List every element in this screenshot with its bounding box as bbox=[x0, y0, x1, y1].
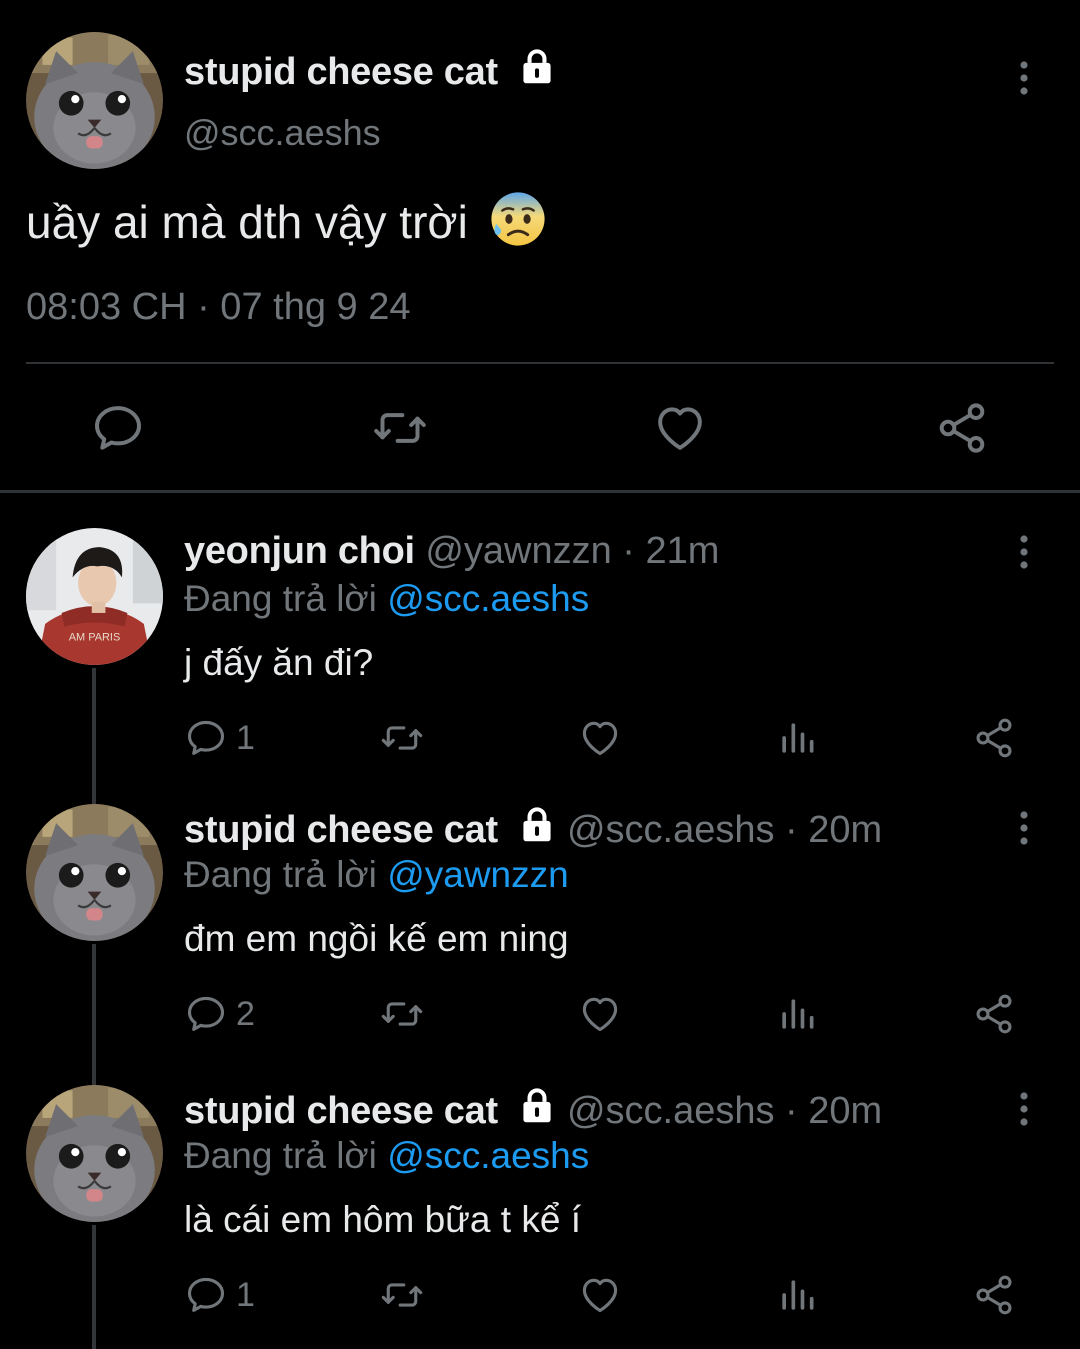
anxious-face-emoji-icon bbox=[489, 190, 547, 248]
share-icon bbox=[972, 992, 1016, 1036]
reply-text: đm em ngồi kế em ning bbox=[184, 918, 569, 959]
author-handle[interactable]: @scc.aeshs bbox=[184, 112, 381, 154]
mention-link[interactable]: @yawnzzn bbox=[387, 854, 569, 895]
more-options-icon[interactable] bbox=[1004, 1087, 1044, 1131]
share-icon bbox=[972, 716, 1016, 760]
person-avatar-image bbox=[26, 528, 163, 665]
retweet-icon bbox=[380, 992, 424, 1036]
share-button[interactable] bbox=[972, 992, 1016, 1036]
views-icon bbox=[775, 716, 819, 760]
tweet-text: uầy ai mà dth vậy trời bbox=[26, 190, 547, 249]
views-button[interactable] bbox=[775, 992, 819, 1036]
reply-author-name[interactable]: stupid cheese cat bbox=[184, 1090, 498, 1132]
divider bbox=[26, 362, 1054, 364]
like-icon[interactable] bbox=[652, 400, 708, 456]
reply-avatar[interactable] bbox=[26, 528, 163, 665]
retweet-button[interactable] bbox=[380, 716, 424, 760]
reply-icon bbox=[184, 716, 228, 760]
mention-link[interactable]: @scc.aeshs bbox=[387, 1135, 589, 1176]
share-icon bbox=[972, 1273, 1016, 1317]
retweet-button[interactable] bbox=[380, 1273, 424, 1317]
reply-avatar[interactable] bbox=[26, 804, 163, 941]
lock-icon bbox=[518, 1087, 556, 1125]
replying-prefix: Đang trả lời bbox=[184, 1135, 377, 1176]
reply-button[interactable]: 1 bbox=[184, 716, 255, 760]
retweet-icon bbox=[380, 716, 424, 760]
reply-header: stupid cheese cat @scc.aeshs · 20m bbox=[184, 806, 882, 852]
reply-button[interactable]: 2 bbox=[184, 992, 255, 1036]
lock-icon bbox=[518, 48, 556, 86]
lock-icon bbox=[518, 806, 556, 844]
replying-to: Đang trả lời @scc.aeshs bbox=[184, 1135, 589, 1177]
retweet-icon[interactable] bbox=[372, 400, 428, 456]
thread-line bbox=[92, 1225, 96, 1349]
retweet-icon bbox=[380, 1273, 424, 1317]
more-options-icon[interactable] bbox=[1004, 56, 1044, 100]
author-name[interactable]: stupid cheese cat bbox=[184, 51, 498, 93]
cat-avatar-image bbox=[26, 1085, 163, 1222]
author-name-row[interactable]: stupid cheese cat bbox=[184, 48, 556, 94]
cat-avatar-image bbox=[26, 32, 163, 169]
like-button[interactable] bbox=[578, 1273, 622, 1317]
reply-meta[interactable]: @yawnzzn · 21m bbox=[425, 530, 719, 572]
reply-text: j đấy ăn đi? bbox=[184, 642, 374, 683]
reply-meta[interactable]: @scc.aeshs · 20m bbox=[567, 809, 882, 851]
views-icon bbox=[775, 992, 819, 1036]
section-divider bbox=[0, 490, 1080, 493]
like-icon bbox=[578, 1273, 622, 1317]
like-button[interactable] bbox=[578, 992, 622, 1036]
reply-avatar[interactable] bbox=[26, 1085, 163, 1222]
replying-to: Đang trả lời @scc.aeshs bbox=[184, 578, 589, 620]
like-icon bbox=[578, 716, 622, 760]
reply-header: stupid cheese cat @scc.aeshs · 20m bbox=[184, 1087, 882, 1133]
replying-prefix: Đang trả lời bbox=[184, 854, 377, 895]
reply-author-name[interactable]: stupid cheese cat bbox=[184, 809, 498, 851]
more-options-icon[interactable] bbox=[1004, 530, 1044, 574]
reply-author-name[interactable]: yeonjun choi bbox=[184, 530, 415, 572]
tweet-text-content: uầy ai mà dth vậy trời bbox=[26, 196, 468, 248]
mention-link[interactable]: @scc.aeshs bbox=[387, 578, 589, 619]
more-options-icon[interactable] bbox=[1004, 806, 1044, 850]
thread-line bbox=[92, 944, 96, 1085]
reply-button[interactable]: 1 bbox=[184, 1273, 255, 1317]
like-icon bbox=[578, 992, 622, 1036]
retweet-button[interactable] bbox=[380, 992, 424, 1036]
reply-header: yeonjun choi @yawnzzn · 21m bbox=[184, 530, 719, 573]
reply-icon bbox=[184, 1273, 228, 1317]
share-button[interactable] bbox=[972, 1273, 1016, 1317]
reply-meta[interactable]: @scc.aeshs · 20m bbox=[567, 1090, 882, 1132]
share-button[interactable] bbox=[972, 716, 1016, 760]
author-avatar[interactable] bbox=[26, 32, 163, 169]
views-button[interactable] bbox=[775, 1273, 819, 1317]
thread-line bbox=[92, 668, 96, 809]
tweet-timestamp[interactable]: 08:03 CH · 07 thg 9 24 bbox=[26, 286, 410, 329]
reply-icon[interactable] bbox=[90, 400, 146, 456]
replying-to: Đang trả lời @yawnzzn bbox=[184, 854, 569, 896]
reply-count: 2 bbox=[236, 994, 255, 1033]
reply-text: là cái em hôm bữa t kể í bbox=[184, 1199, 581, 1240]
views-icon bbox=[775, 1273, 819, 1317]
reply-count: 1 bbox=[236, 1275, 255, 1314]
share-icon[interactable] bbox=[934, 400, 990, 456]
replying-prefix: Đang trả lời bbox=[184, 578, 377, 619]
cat-avatar-image bbox=[26, 804, 163, 941]
views-button[interactable] bbox=[775, 716, 819, 760]
like-button[interactable] bbox=[578, 716, 622, 760]
reply-icon bbox=[184, 992, 228, 1036]
reply-count: 1 bbox=[236, 718, 255, 757]
